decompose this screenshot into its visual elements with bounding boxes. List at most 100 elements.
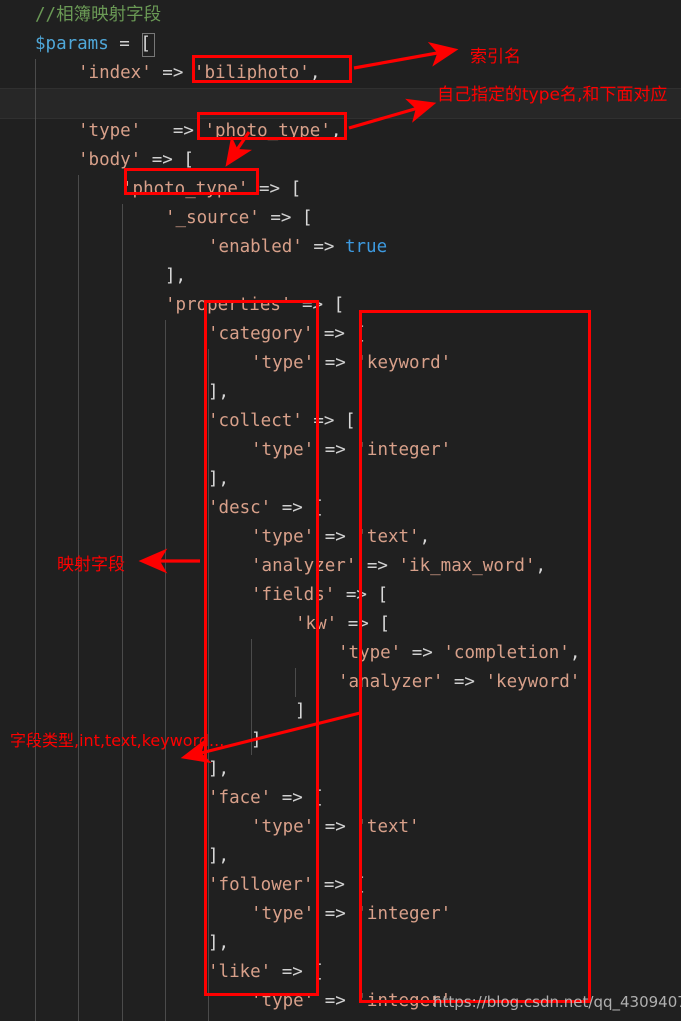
- code-token: =>: [314, 904, 357, 924]
- code-token: 'fields': [251, 585, 336, 605]
- code-line[interactable]: 'like' => [: [0, 958, 681, 987]
- code-token: ,: [330, 121, 342, 141]
- code-token: 'face': [208, 788, 272, 808]
- indent-guide: [208, 349, 209, 1021]
- code-line[interactable]: 'analyzer' => 'ik_max_word',: [0, 552, 681, 581]
- code-line[interactable]: 'collect' => [: [0, 407, 681, 436]
- code-line[interactable]: ],: [0, 465, 681, 494]
- code-line[interactable]: 'kw' => [: [0, 610, 681, 639]
- code-token: =>: [302, 237, 345, 257]
- code-line[interactable]: //相簿映射字段: [0, 1, 681, 30]
- indent-guide: [122, 204, 123, 1021]
- code-line[interactable]: 'follower' => [: [0, 871, 681, 900]
- code-line[interactable]: 'body' => [: [0, 146, 681, 175]
- code-line[interactable]: 'type' => 'text',: [0, 523, 681, 552]
- code-line[interactable]: 'category' => [: [0, 320, 681, 349]
- code-line[interactable]: '_source' => [: [0, 204, 681, 233]
- code-line[interactable]: 'enabled' => true: [0, 233, 681, 262]
- code-line[interactable]: 'type' => 'keyword': [0, 349, 681, 378]
- code-token: [: [313, 498, 324, 518]
- code-token: //相簿映射字段: [35, 5, 162, 25]
- code-token: 'index': [78, 63, 152, 83]
- code-token: [: [333, 295, 345, 315]
- code-token: 'analyzer': [251, 556, 357, 576]
- code-token: ],: [208, 933, 230, 953]
- code-token: 'category': [208, 324, 314, 344]
- code-token: =>: [302, 411, 345, 431]
- code-line[interactable]: 'type' => 'text': [0, 813, 681, 842]
- code-token: ],: [208, 846, 230, 866]
- code-line[interactable]: ],: [0, 378, 681, 407]
- code-token: 'body': [78, 150, 142, 170]
- code-line[interactable]: ],: [0, 262, 681, 291]
- code-token: 'photo_type': [122, 179, 249, 199]
- code-line[interactable]: 'analyzer' => 'keyword': [0, 668, 681, 697]
- code-token: =>: [313, 875, 356, 895]
- code-line[interactable]: 'face' => [: [0, 784, 681, 813]
- code-token: 'type': [251, 817, 315, 837]
- code-token: 'text': [356, 527, 420, 547]
- code-token: =>: [314, 353, 357, 373]
- code-token: ]: [295, 701, 306, 721]
- code-token: [: [301, 208, 313, 228]
- code-token: ]: [251, 730, 262, 750]
- code-line[interactable]: 'type' => 'completion',: [0, 639, 681, 668]
- code-token: =>: [271, 962, 314, 982]
- code-token: true: [344, 237, 388, 257]
- code-line[interactable]: ],: [0, 842, 681, 871]
- code-token: =>: [337, 614, 380, 634]
- code-editor-surface[interactable]: //相簿映射字段 $params = ['index' => 'biliphoto…: [0, 0, 681, 1021]
- code-token: =>: [401, 643, 444, 663]
- code-token: [: [355, 324, 367, 344]
- code-token: =>: [313, 324, 356, 344]
- code-token: 'type': [251, 991, 315, 1011]
- code-line[interactable]: 'desc' => [: [0, 494, 681, 523]
- code-token: =>: [141, 150, 184, 170]
- code-token: 'collect': [208, 411, 303, 431]
- code-line[interactable]: 'index' => 'biliphoto',: [0, 59, 681, 88]
- code-line[interactable]: $params = [: [0, 30, 681, 59]
- code-token: =>: [356, 556, 399, 576]
- code-line[interactable]: ],: [0, 929, 681, 958]
- code-token: 'integer': [356, 904, 452, 924]
- code-token: =>: [141, 121, 205, 141]
- code-line[interactable]: 'fields' => [: [0, 581, 681, 610]
- code-token: =>: [248, 179, 291, 199]
- code-token: [: [313, 962, 324, 982]
- code-token: '_source': [165, 208, 260, 228]
- code-token: 'completion': [443, 643, 570, 663]
- indent-guide: [295, 668, 296, 697]
- code-token: 'like': [208, 962, 272, 982]
- code-token: 'type': [251, 527, 315, 547]
- code-token: [: [344, 411, 356, 431]
- code-line[interactable]: 'type' => 'photo_type',: [0, 117, 681, 146]
- code-line[interactable]: 'type' => 'integer': [0, 900, 681, 929]
- code-token: =>: [314, 817, 357, 837]
- watermark-url: https://blog.csdn.net/qq_43094071: [433, 993, 681, 1011]
- code-token: ],: [208, 382, 230, 402]
- code-token: 'enabled': [208, 237, 303, 257]
- code-token: [: [379, 614, 390, 634]
- code-line[interactable]: 'properties' => [: [0, 291, 681, 320]
- code-line[interactable]: ],: [0, 755, 681, 784]
- code-token: 'kw': [295, 614, 338, 634]
- code-line[interactable]: 'type' => 'integer': [0, 436, 681, 465]
- code-line[interactable]: ],: [0, 1016, 681, 1021]
- code-token: ,: [569, 643, 581, 663]
- indent-guide: [251, 639, 252, 755]
- code-line[interactable]: 'photo_type' => [: [0, 175, 681, 204]
- code-token: 'photo_type': [204, 121, 331, 141]
- code-token: 'integer': [356, 440, 452, 460]
- code-token: =>: [259, 208, 302, 228]
- code-screenshot: //相簿映射字段 $params = ['index' => 'biliphoto…: [0, 0, 681, 1021]
- code-token: 'follower': [208, 875, 314, 895]
- code-token: =>: [151, 63, 194, 83]
- code-token: ],: [165, 266, 187, 286]
- code-token: [: [290, 179, 302, 199]
- code-token: [: [355, 875, 367, 895]
- code-token: $params: [35, 34, 109, 54]
- code-line[interactable]: ]: [0, 697, 681, 726]
- code-token: =>: [335, 585, 378, 605]
- code-line[interactable]: ]: [0, 726, 681, 755]
- code-token: 'text': [356, 817, 420, 837]
